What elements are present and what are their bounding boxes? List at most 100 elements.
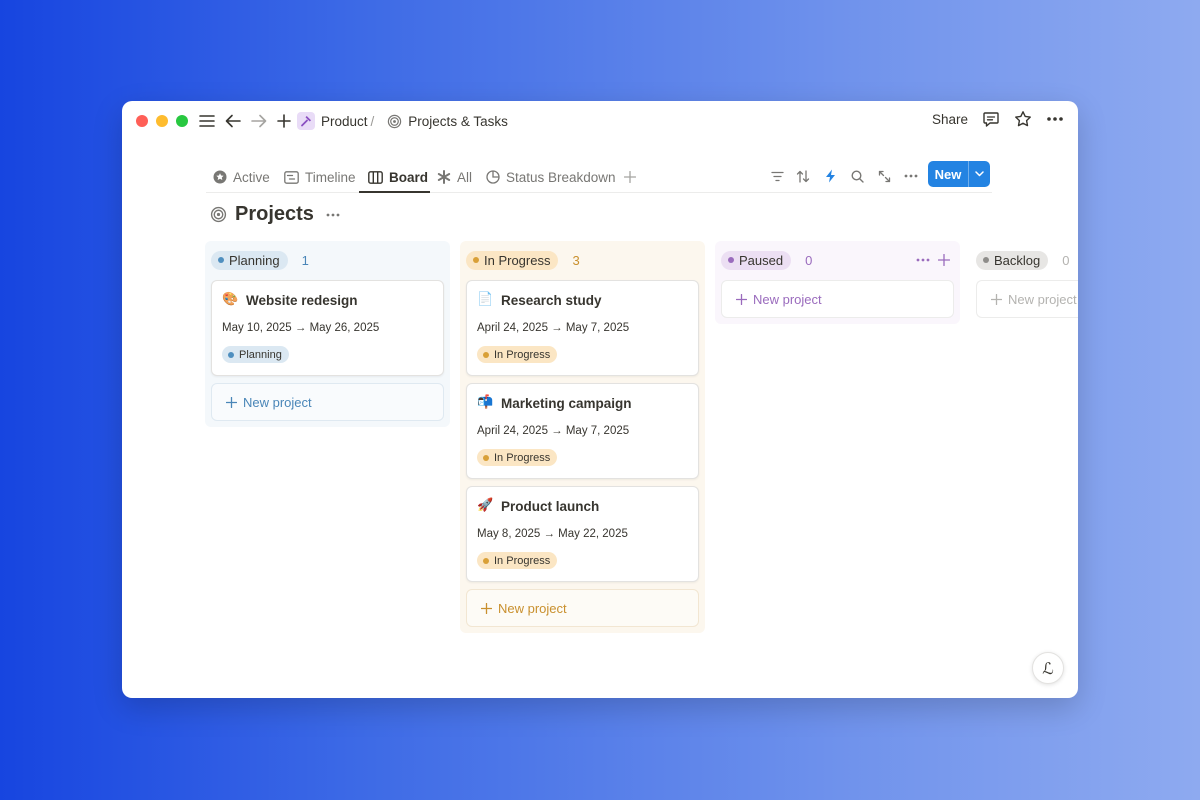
card-status-label: In Progress — [494, 348, 551, 361]
breadcrumb-workspace[interactable]: Product — [321, 114, 368, 129]
board-column-planning: Planning 1 🎨 Website redesign May 10, 2025 →… — [205, 241, 450, 427]
new-project-button[interactable]: New project — [211, 383, 444, 421]
status-pill-label: Paused — [739, 252, 784, 268]
new-page-plus-icon[interactable] — [273, 110, 295, 132]
status-pill[interactable]: Planning — [211, 250, 288, 270]
new-button[interactable]: New — [928, 161, 990, 187]
column-header: Planning 1 — [211, 249, 444, 271]
share-button[interactable]: Share — [932, 112, 968, 127]
tab-timeline[interactable]: Timeline — [284, 164, 356, 190]
tab-active[interactable]: Active — [213, 164, 270, 190]
column-options-icon[interactable] — [916, 258, 930, 262]
back-arrow-icon[interactable] — [222, 110, 244, 132]
ai-assistant-button[interactable]: ℒ — [1032, 652, 1064, 684]
page-title: Projects — [235, 203, 314, 225]
zoom-window-button[interactable] — [176, 115, 188, 127]
view-options-icon[interactable] — [900, 165, 922, 187]
forward-arrow-icon[interactable] — [248, 110, 270, 132]
view-tabs: Active Timeline Board All Status Breakdo… — [206, 161, 992, 193]
status-dot — [473, 257, 479, 263]
new-project-label: New project — [1008, 291, 1077, 307]
automation-bolt-icon[interactable] — [819, 165, 841, 187]
more-options-icon[interactable] — [1046, 116, 1064, 122]
status-dot — [218, 257, 224, 263]
board-column-in-progress: In Progress 3 📄 Research study April 24, 202… — [460, 241, 705, 633]
tab-status-breakdown[interactable]: Status Breakdown — [486, 164, 616, 190]
column-count: 0 — [805, 252, 813, 268]
card-status-tag: In Progress — [477, 552, 558, 569]
filter-icon[interactable] — [766, 165, 788, 187]
status-pill[interactable]: Paused — [721, 250, 792, 270]
timeline-icon — [284, 170, 299, 184]
sidebar-menu-icon[interactable] — [196, 110, 218, 132]
card-status-label: Planning — [239, 348, 282, 361]
new-project-label: New project — [243, 394, 312, 410]
status-dot — [483, 454, 489, 461]
project-card[interactable]: 📬 Marketing campaign April 24, 2025 → May … — [466, 383, 699, 479]
card-date-range: April 24, 2025 → May 7, 2025 — [477, 425, 630, 437]
title-bar: Product / Projects & Tasks Share — [122, 101, 1078, 141]
target-icon — [386, 113, 402, 129]
project-card[interactable]: 📄 Research study April 24, 2025 → May 7, 2… — [466, 280, 699, 376]
column-add-icon[interactable] — [938, 254, 950, 266]
plus-icon — [991, 293, 1002, 305]
column-header: Backlog 0 — [976, 249, 1078, 271]
column-header: In Progress 3 — [466, 249, 699, 271]
card-title-text: Website redesign — [246, 292, 358, 308]
tab-board[interactable]: Board — [368, 164, 428, 190]
card-title-text: Marketing campaign — [501, 395, 632, 411]
status-pill-label: Backlog — [994, 252, 1041, 268]
card-status-tag: Planning — [222, 346, 289, 363]
comments-icon[interactable] — [982, 110, 1000, 128]
star-circle-icon — [213, 170, 227, 184]
app-window: Product / Projects & Tasks Share Active … — [122, 101, 1078, 698]
card-title: 📄 Research study — [477, 292, 688, 308]
breadcrumb: Product / Projects & Tasks — [297, 111, 508, 131]
card-title: 📬 Marketing campaign — [477, 395, 688, 411]
new-project-button[interactable]: New project — [976, 280, 1078, 318]
card-title: 🚀 Product launch — [477, 498, 688, 514]
board-icon — [368, 170, 383, 184]
add-view-button[interactable] — [624, 164, 636, 190]
page-options-icon[interactable] — [326, 213, 340, 217]
sort-icon[interactable] — [792, 165, 814, 187]
card-date-range: April 24, 2025 → May 7, 2025 — [477, 322, 630, 334]
target-icon — [210, 206, 227, 223]
board-column-paused: Paused 0 New project — [715, 241, 960, 324]
status-pill[interactable]: In Progress — [466, 250, 559, 270]
column-count: 3 — [572, 252, 580, 268]
page-header: Projects — [210, 203, 340, 226]
card-emoji-icon: 🚀 — [477, 498, 494, 513]
status-pill[interactable]: Backlog — [976, 250, 1049, 270]
project-card[interactable]: 🚀 Product launch May 8, 2025 → May 22, 202… — [466, 486, 699, 582]
new-button-label: New — [934, 166, 962, 182]
chevron-down-icon[interactable] — [969, 171, 990, 177]
assistant-face-icon: ℒ — [1042, 658, 1054, 678]
project-card[interactable]: 🎨 Website redesign May 10, 2025 → May 26, … — [211, 280, 444, 376]
board-column-backlog: Backlog 0 New project — [970, 241, 1078, 324]
card-date-range: May 8, 2025 → May 22, 2025 — [477, 528, 628, 540]
minimize-window-button[interactable] — [156, 115, 168, 127]
search-icon[interactable] — [846, 165, 868, 187]
close-window-button[interactable] — [136, 115, 148, 127]
new-project-label: New project — [498, 600, 567, 616]
status-dot — [983, 257, 989, 263]
breadcrumb-page[interactable]: Projects & Tasks — [408, 114, 508, 129]
card-title-text: Research study — [501, 292, 602, 308]
tab-all[interactable]: All — [437, 164, 472, 190]
card-status-tag: In Progress — [477, 346, 558, 363]
status-pill-label: In Progress — [484, 252, 551, 268]
card-emoji-icon: 🎨 — [222, 292, 239, 307]
expand-arrows-icon[interactable] — [873, 165, 895, 187]
favorite-star-icon[interactable] — [1014, 110, 1032, 128]
status-dot — [483, 351, 489, 358]
new-project-button[interactable]: New project — [721, 280, 954, 318]
column-count: 0 — [1062, 252, 1070, 268]
status-pill-label: Planning — [229, 252, 280, 268]
new-project-button[interactable]: New project — [466, 589, 699, 627]
plus-icon — [226, 396, 237, 408]
card-emoji-icon: 📄 — [477, 292, 494, 307]
breadcrumb-separator: / — [370, 113, 375, 129]
status-dot — [483, 557, 489, 564]
plus-icon — [736, 293, 747, 305]
